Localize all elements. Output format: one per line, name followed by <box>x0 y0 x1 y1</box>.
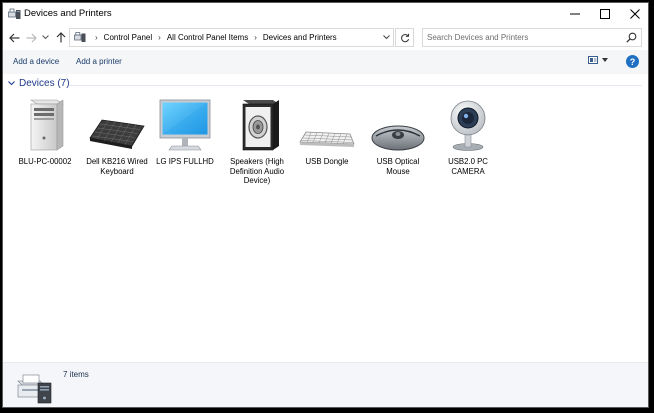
window-title: Devices and Printers <box>24 8 112 19</box>
up-button[interactable] <box>54 31 67 44</box>
devices-content-area: Devices (7) BLU-PC-00002 Dell KB216 Wire… <box>3 74 648 362</box>
breadcrumb-control-panel[interactable]: Control Panel <box>104 33 152 42</box>
devices-and-printers-window: Devices and Printers › Control Panel › A… <box>2 2 649 408</box>
keyboard-icon <box>299 131 355 147</box>
refresh-button[interactable] <box>395 28 414 47</box>
mouse-icon <box>371 125 425 151</box>
forward-button[interactable] <box>25 31 38 44</box>
search-icon[interactable] <box>626 32 637 43</box>
device-label: USB Dongle <box>305 157 349 166</box>
add-device-button[interactable]: Add a device <box>13 57 59 66</box>
computer-tower-icon <box>30 99 64 151</box>
search-box[interactable] <box>422 28 642 47</box>
item-count: 7 items <box>63 370 89 379</box>
breadcrumb-separator-icon[interactable]: › <box>158 33 161 42</box>
breadcrumb-separator-icon[interactable]: › <box>254 33 257 42</box>
help-button[interactable]: ? <box>626 55 639 68</box>
breadcrumb-separator-icon: › <box>95 33 98 42</box>
keyboard-icon <box>89 119 145 149</box>
webcam-icon <box>450 100 486 151</box>
speaker-icon <box>242 100 279 151</box>
change-view-button[interactable] <box>588 56 608 64</box>
breadcrumb: › Control Panel › All Control Panel Item… <box>74 29 337 46</box>
device-item-lg-monitor[interactable]: LG IPS FULLHD <box>149 96 221 167</box>
command-bar: Add a device Add a printer ? <box>3 50 648 75</box>
address-history-dropdown[interactable] <box>379 29 393 46</box>
device-label: LG IPS FULLHD <box>156 157 214 166</box>
breadcrumb-all-items[interactable]: All Control Panel Items <box>167 33 248 42</box>
devices-group-label: Devices (7) <box>19 78 70 89</box>
device-label: Speakers (High Definition Audio Device) <box>229 157 285 185</box>
device-item-usb-camera[interactable]: USB2.0 PC CAMERA <box>432 96 504 176</box>
maximize-icon <box>599 9 610 19</box>
chevron-down-icon <box>42 35 49 40</box>
maximize-button[interactable] <box>589 3 620 25</box>
device-label: USB Optical Mouse <box>376 157 420 176</box>
details-pane: 7 items <box>3 362 648 407</box>
minimize-button[interactable] <box>559 3 590 25</box>
device-item-usb-dongle[interactable]: USB Dongle <box>291 96 363 167</box>
close-icon <box>629 9 640 19</box>
arrow-left-icon <box>9 33 20 42</box>
back-button[interactable] <box>8 31 21 44</box>
navigation-bar: › Control Panel › All Control Panel Item… <box>3 25 648 50</box>
devices-printers-large-icon <box>17 374 52 404</box>
refresh-icon <box>400 33 409 42</box>
device-item-blu-pc[interactable]: BLU-PC-00002 <box>9 96 81 167</box>
monitor-icon <box>159 99 211 151</box>
close-button[interactable] <box>619 3 648 25</box>
control-panel-icon <box>74 32 86 42</box>
chevron-down-icon <box>8 81 15 86</box>
breadcrumb-devices-printers[interactable]: Devices and Printers <box>263 33 337 42</box>
device-item-usb-mouse[interactable]: USB Optical Mouse <box>362 96 434 176</box>
devices-printers-app-icon <box>8 8 21 19</box>
caret-down-icon <box>602 58 608 62</box>
device-label: USB2.0 PC CAMERA <box>448 157 488 176</box>
device-item-speakers[interactable]: Speakers (High Definition Audio Device) <box>221 96 293 186</box>
device-item-dell-keyboard[interactable]: Dell KB216 Wired Keyboard <box>81 96 153 176</box>
arrow-right-icon <box>26 33 37 42</box>
device-label: Dell KB216 Wired Keyboard <box>86 157 148 176</box>
title-bar: Devices and Printers <box>3 3 648 25</box>
recent-locations-button[interactable] <box>41 31 50 44</box>
arrow-up-icon <box>56 32 65 43</box>
minimize-icon <box>569 13 580 15</box>
group-divider <box>69 85 642 86</box>
device-label: BLU-PC-00002 <box>18 157 72 166</box>
chevron-down-icon <box>382 35 390 40</box>
add-printer-button[interactable]: Add a printer <box>76 57 122 66</box>
search-input[interactable] <box>423 29 623 46</box>
devices-group-header[interactable]: Devices (7) <box>8 78 70 89</box>
view-options-icon <box>588 56 598 64</box>
address-bar[interactable]: › Control Panel › All Control Panel Item… <box>69 28 394 47</box>
